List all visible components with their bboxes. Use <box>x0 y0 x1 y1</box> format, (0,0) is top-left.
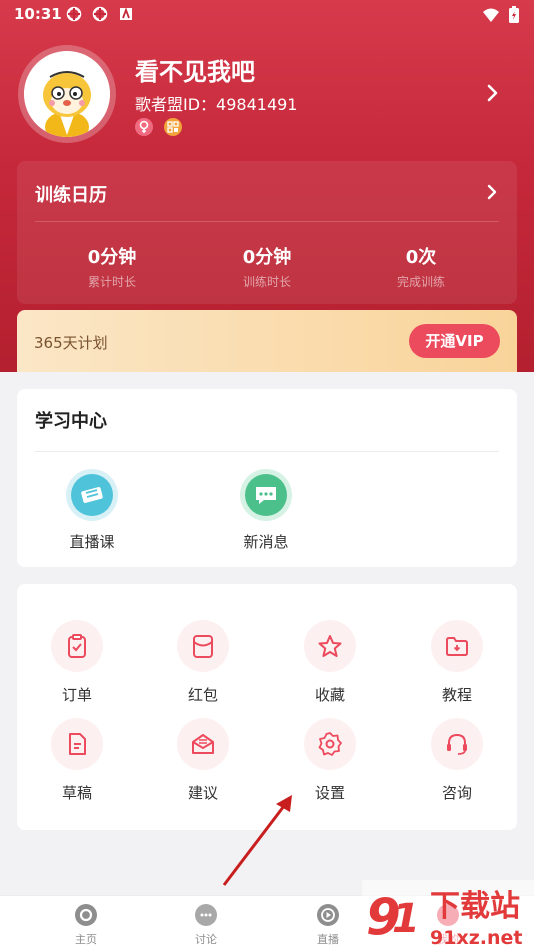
chat-icon <box>240 469 292 521</box>
grid-item-label: 草稿 <box>61 784 92 802</box>
female-icon <box>135 118 153 136</box>
learning-item-label: 直播课 <box>69 533 115 551</box>
user-id: 歌者盟ID：49841491 <box>135 95 298 114</box>
chevron-right-icon[interactable] <box>485 183 499 201</box>
avatar[interactable] <box>24 51 110 137</box>
stat-completed: 0次 完成训练 <box>366 243 476 290</box>
learning-center-card: 学习中心 直播课 新消息 <box>17 389 517 567</box>
qr-code-icon[interactable] <box>164 118 182 136</box>
stat-label: 累计时长 <box>87 275 136 289</box>
sync-icon <box>66 6 82 22</box>
grid-item-suggestions[interactable]: 建议 <box>153 718 253 803</box>
open-vip-button[interactable]: 开通VIP <box>409 324 500 358</box>
grid-item-orders[interactable]: 订单 <box>27 620 127 705</box>
stat-total-duration: 0分钟 累计时长 <box>57 243 167 290</box>
stat-training-duration: 0分钟 训练时长 <box>212 243 322 290</box>
play-icon <box>317 904 339 926</box>
grid-item-tutorials[interactable]: 教程 <box>407 620 507 705</box>
grid-item-label: 咨询 <box>441 784 472 802</box>
wifi-icon <box>483 8 499 22</box>
app-notification-icon <box>120 7 132 20</box>
folder-icon <box>431 620 483 672</box>
site-watermark-logo: 9 1 下载站 91xz.net <box>362 880 534 950</box>
learning-item-new-message[interactable]: 新消息 <box>221 469 311 552</box>
vip-plan-text: 365天计划 <box>34 334 108 352</box>
learning-item-label: 新消息 <box>243 533 289 551</box>
stat-label: 训练时长 <box>242 275 291 289</box>
nav-label: 讨论 <box>195 933 217 946</box>
battery-icon <box>509 6 519 23</box>
status-bar: 10:31 <box>0 0 534 28</box>
red-envelope-icon <box>177 620 229 672</box>
grid-item-label: 订单 <box>61 686 92 704</box>
grid-item-label: 教程 <box>441 686 472 704</box>
learning-center-title: 学习中心 <box>35 411 107 432</box>
learning-item-live-course[interactable]: 直播课 <box>47 469 137 552</box>
chevron-right-icon[interactable] <box>485 82 501 104</box>
sync-icon <box>92 6 108 22</box>
divider <box>35 221 499 222</box>
nav-discussion[interactable]: 讨论 <box>166 904 246 947</box>
grid-item-label: 设置 <box>314 784 345 802</box>
nav-label: 直播 <box>317 933 339 946</box>
divider <box>35 451 499 452</box>
clipboard-check-icon <box>51 620 103 672</box>
cartoon-mascot-avatar <box>24 51 110 137</box>
svg-text:1: 1 <box>392 896 420 942</box>
home-icon <box>75 904 97 926</box>
nav-label: 主页 <box>75 933 97 946</box>
grid-item-favorites[interactable]: 收藏 <box>280 620 380 705</box>
ticket-icon <box>66 469 118 521</box>
grid-item-red-envelope[interactable]: 红包 <box>153 620 253 705</box>
svg-text:91xz.net: 91xz.net <box>430 927 522 949</box>
calendar-title: 训练日历 <box>35 185 107 206</box>
function-grid-card: 订单 红包 收藏 教程 草稿 建议 设置 咨询 <box>17 584 517 830</box>
nav-live[interactable]: 直播 <box>288 904 368 947</box>
grid-item-consult[interactable]: 咨询 <box>407 718 507 803</box>
headset-icon <box>431 718 483 770</box>
stat-value: 0分钟 <box>242 247 292 268</box>
training-calendar-card[interactable]: 训练日历 0分钟 累计时长 0分钟 训练时长 0次 完成训练 <box>17 161 517 304</box>
grid-item-label: 红包 <box>187 686 218 704</box>
grid-item-settings[interactable]: 设置 <box>280 718 380 803</box>
grid-item-label: 收藏 <box>314 686 345 704</box>
grid-item-label: 建议 <box>187 784 218 802</box>
stat-value: 0分钟 <box>87 247 137 268</box>
vip-banner[interactable]: 365天计划 开通VIP <box>17 310 517 372</box>
star-icon <box>304 620 356 672</box>
grid-item-drafts[interactable]: 草稿 <box>27 718 127 803</box>
stat-value: 0次 <box>405 247 437 268</box>
stat-label: 完成训练 <box>396 275 445 289</box>
svg-text:下载站: 下载站 <box>430 889 520 924</box>
nav-home[interactable]: 主页 <box>46 904 126 947</box>
username: 看不见我吧 <box>135 58 255 86</box>
gear-icon <box>304 718 356 770</box>
status-time: 10:31 <box>14 5 62 23</box>
document-icon <box>51 718 103 770</box>
mail-open-icon <box>177 718 229 770</box>
discussion-icon <box>195 904 217 926</box>
